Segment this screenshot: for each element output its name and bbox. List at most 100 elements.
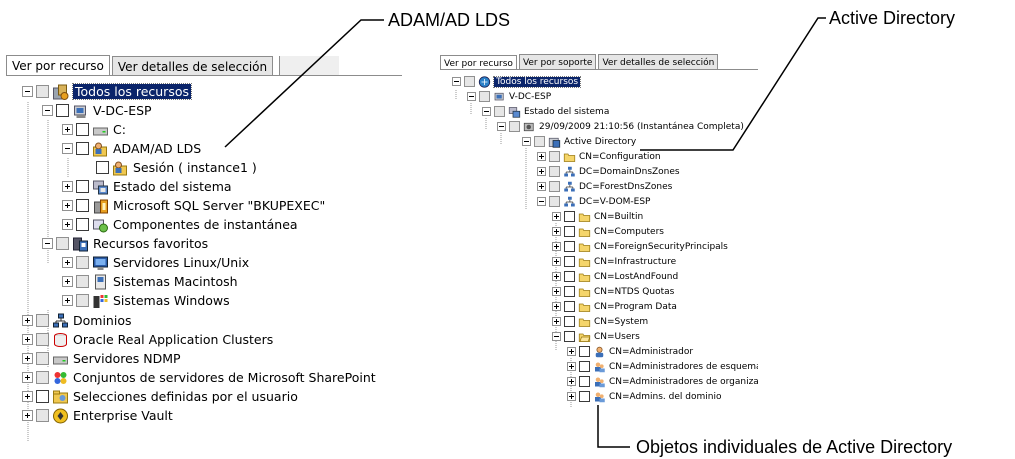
expand-toggle[interactable]	[22, 391, 33, 402]
expand-toggle[interactable]	[62, 295, 73, 306]
tree-node-dominios[interactable]: Dominios	[22, 311, 131, 330]
tree-node-cn-admins-dominio[interactable]: CN=Admins. del dominio	[567, 389, 721, 404]
tree-node-recursos-favoritos[interactable]: Recursos favoritos	[42, 234, 208, 253]
tree-node-cn-administradores-esquema[interactable]: CN=Administradores de esquema	[567, 359, 758, 374]
tree-node-cn-infrastructure[interactable]: CN=Infrastructure	[552, 254, 676, 269]
expand-toggle[interactable]	[552, 227, 561, 236]
expand-toggle[interactable]	[22, 353, 33, 364]
expand-toggle[interactable]	[567, 392, 576, 401]
selection-checkbox[interactable]	[56, 237, 69, 250]
selection-checkbox[interactable]	[76, 256, 89, 269]
expand-toggle[interactable]	[62, 124, 73, 135]
selection-checkbox[interactable]	[564, 331, 575, 342]
tree-node-cn-administradores-organizacion[interactable]: CN=Administradores de organizació	[567, 374, 758, 389]
selection-checkbox[interactable]	[549, 181, 560, 192]
expand-toggle[interactable]	[537, 167, 546, 176]
tree-node-estado-del-sistema[interactable]: Estado del sistema	[482, 104, 609, 119]
selection-checkbox[interactable]	[579, 376, 590, 387]
selection-checkbox[interactable]	[36, 390, 49, 403]
expand-toggle[interactable]	[22, 372, 33, 383]
selection-checkbox[interactable]	[564, 241, 575, 252]
expand-toggle[interactable]	[552, 287, 561, 296]
selection-checkbox[interactable]	[36, 409, 49, 422]
tree-node-cn-system[interactable]: CN=System	[552, 314, 648, 329]
selection-checkbox[interactable]	[56, 104, 69, 117]
expand-toggle[interactable]	[567, 347, 576, 356]
tree-node-componentes-instantanea[interactable]: Componentes de instantánea	[62, 215, 298, 234]
tab-ver-por-recurso[interactable]: Ver por recurso	[6, 55, 110, 77]
selection-checkbox[interactable]	[564, 226, 575, 237]
tree-node-sharepoint[interactable]: Conjuntos de servidores de Microsoft Sha…	[22, 368, 376, 387]
selection-checkbox[interactable]	[76, 142, 89, 155]
tree-node-cn-users[interactable]: CN=Users	[552, 329, 640, 344]
tree-node-cn-ntds-quotas[interactable]: CN=NTDS Quotas	[552, 284, 674, 299]
tree-node-estado-del-sistema[interactable]: Estado del sistema	[62, 177, 232, 196]
selection-checkbox[interactable]	[76, 199, 89, 212]
tree-node-dc-domaindnszones[interactable]: DC=DomainDnsZones	[537, 164, 680, 179]
expand-toggle[interactable]	[552, 257, 561, 266]
tab-ver-por-soporte[interactable]: Ver por soporte	[518, 54, 597, 70]
selection-checkbox[interactable]	[76, 294, 89, 307]
tree-node-snapshot-2009[interactable]: 29/09/2009 21:10:56 (Instantánea Complet…	[497, 119, 744, 134]
expand-toggle[interactable]	[62, 200, 73, 211]
expand-toggle[interactable]	[552, 212, 561, 221]
tree-node-c-drive[interactable]: C:	[62, 120, 126, 139]
selection-checkbox[interactable]	[564, 211, 575, 222]
selection-checkbox[interactable]	[494, 106, 505, 117]
tree-node-cn-builtin[interactable]: CN=Builtin	[552, 209, 643, 224]
tree-node-sesion-instance1[interactable]: Sesión ( instance1 )	[82, 158, 257, 177]
tab-ver-detalles-seleccion[interactable]: Ver detalles de selección	[111, 56, 274, 76]
tree-node-cn-administrador[interactable]: CN=Administrador	[567, 344, 693, 359]
collapse-toggle[interactable]	[482, 107, 491, 116]
expand-toggle[interactable]	[22, 315, 33, 326]
expand-toggle[interactable]	[22, 334, 33, 345]
selection-checkbox[interactable]	[549, 151, 560, 162]
collapse-toggle[interactable]	[522, 137, 531, 146]
expand-toggle[interactable]	[567, 362, 576, 371]
tree-node-cn-program-data[interactable]: CN=Program Data	[552, 299, 677, 314]
expand-toggle[interactable]	[62, 181, 73, 192]
selection-checkbox[interactable]	[564, 271, 575, 282]
collapse-toggle[interactable]	[467, 92, 476, 101]
selection-checkbox[interactable]	[534, 136, 545, 147]
expand-toggle[interactable]	[62, 257, 73, 268]
collapse-toggle[interactable]	[537, 197, 546, 206]
selection-checkbox[interactable]	[36, 371, 49, 384]
tree-node-active-directory[interactable]: Active Directory	[522, 134, 636, 149]
selection-checkbox[interactable]	[579, 391, 590, 402]
tree-node-cn-configuration[interactable]: CN=Configuration	[537, 149, 661, 164]
tree-node-cn-foreignsecurityprincipals[interactable]: CN=ForeignSecurityPrincipals	[552, 239, 728, 254]
tree-node-todos-los-recursos[interactable]: Todos los recursos	[452, 74, 582, 89]
tree-node-servidores-ndmp[interactable]: Servidores NDMP	[22, 349, 181, 368]
collapse-toggle[interactable]	[42, 105, 53, 116]
selection-checkbox[interactable]	[76, 275, 89, 288]
tree-node-sistemas-windows[interactable]: Sistemas Windows	[62, 291, 230, 310]
selection-checkbox[interactable]	[36, 333, 49, 346]
selection-checkbox[interactable]	[564, 286, 575, 297]
tree-node-cn-computers[interactable]: CN=Computers	[552, 224, 664, 239]
expand-toggle[interactable]	[537, 182, 546, 191]
tree-node-adam-ad-lds[interactable]: ADAM/AD LDS	[62, 139, 201, 158]
expand-toggle[interactable]	[22, 410, 33, 421]
selection-checkbox[interactable]	[96, 161, 109, 174]
collapse-toggle[interactable]	[552, 332, 561, 341]
expand-toggle[interactable]	[567, 377, 576, 386]
selection-checkbox[interactable]	[36, 85, 49, 98]
selection-checkbox[interactable]	[479, 91, 490, 102]
collapse-toggle[interactable]	[42, 238, 53, 249]
selection-checkbox[interactable]	[36, 314, 49, 327]
expand-toggle[interactable]	[552, 272, 561, 281]
tree-node-sql-server[interactable]: Microsoft SQL Server "BKUPEXEC"	[62, 196, 325, 215]
tree-node-sistemas-macintosh[interactable]: Sistemas Macintosh	[62, 272, 238, 291]
tree-node-servidores-linux-unix[interactable]: Servidores Linux/Unix	[62, 253, 249, 272]
selection-checkbox[interactable]	[76, 180, 89, 193]
selection-checkbox[interactable]	[76, 218, 89, 231]
expand-toggle[interactable]	[62, 219, 73, 230]
tree-node-cn-lostandfound[interactable]: CN=LostAndFound	[552, 269, 678, 284]
tab-ver-detalles-seleccion[interactable]: Ver detalles de selección	[598, 54, 719, 70]
tree-node-dc-forestdnszones[interactable]: DC=ForestDnsZones	[537, 179, 672, 194]
collapse-toggle[interactable]	[452, 77, 461, 86]
selection-checkbox[interactable]	[76, 123, 89, 136]
selection-checkbox[interactable]	[564, 301, 575, 312]
selection-checkbox[interactable]	[579, 361, 590, 372]
